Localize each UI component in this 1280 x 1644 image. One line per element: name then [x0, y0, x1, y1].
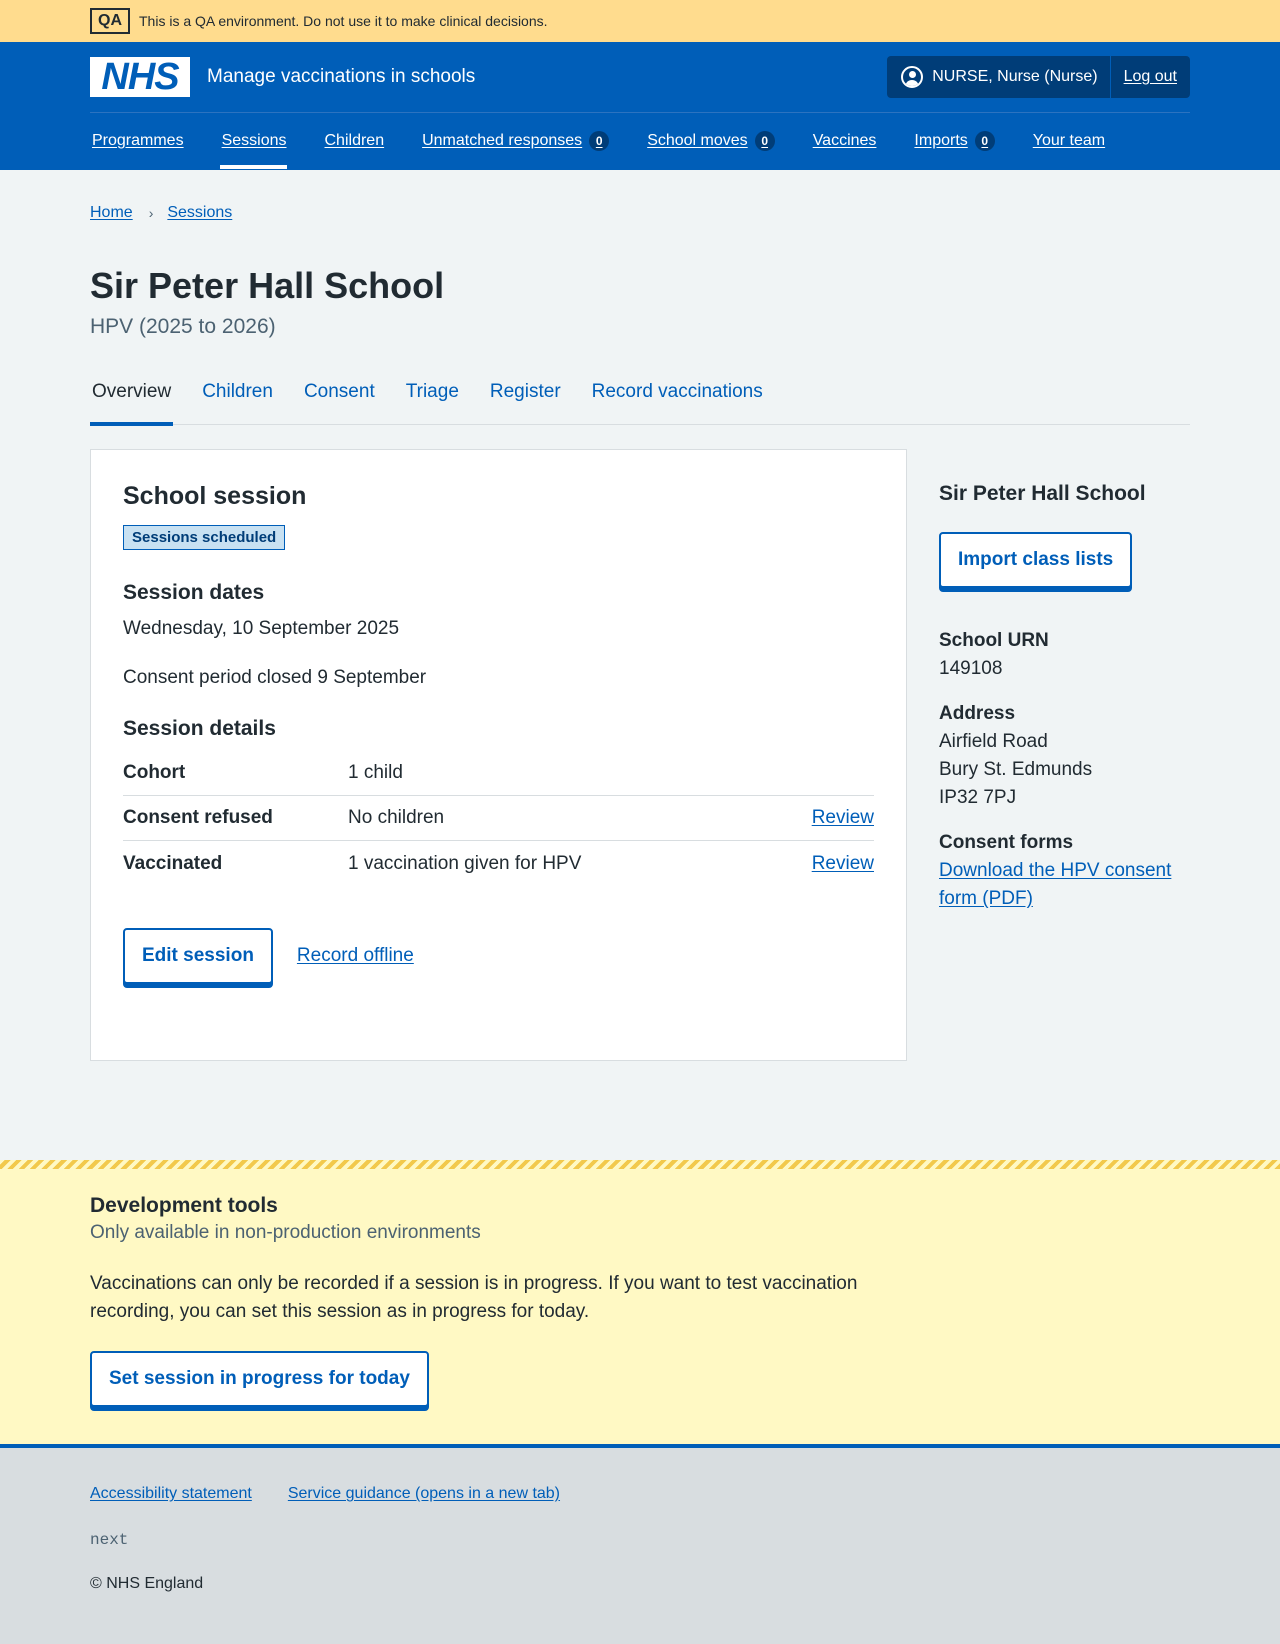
school-sidebar: Sir Peter Hall School Import class lists…	[939, 449, 1190, 1061]
review-consent-refused-link[interactable]: Review	[812, 807, 874, 829]
set-session-in-progress-button[interactable]: Set session in progress for today	[90, 1351, 429, 1407]
qa-tag: QA	[90, 8, 130, 34]
address-line: IP32 7PJ	[939, 787, 1017, 808]
session-dates-heading: Session dates	[123, 581, 265, 604]
site-header: NHS Manage vaccinations in schools NURSE…	[0, 42, 1280, 170]
development-tools: Development tools Only available in non-…	[0, 1160, 1280, 1446]
footer-links: Accessibility statement Service guidance…	[90, 1485, 1190, 1503]
school-urn-value: 149108	[939, 658, 1003, 679]
nav-item-programmes[interactable]: Programmes	[90, 113, 184, 169]
download-consent-form-link[interactable]: Download the HPV consent form (PDF)	[939, 860, 1171, 909]
address-line: Bury St. Edmunds	[939, 759, 1093, 780]
school-urn-label: School URN	[939, 630, 1049, 651]
tab-children[interactable]: Children	[200, 373, 275, 425]
session-details-heading: Session details	[123, 717, 276, 740]
account-user: NURSE, Nurse (Nurse)	[887, 56, 1111, 98]
secondary-tabs: Overview Children Consent Triage Registe…	[90, 373, 1190, 426]
logout-link[interactable]: Log out	[1111, 56, 1190, 98]
site-footer: Accessibility statement Service guidance…	[0, 1444, 1280, 1644]
summary-value: 1 vaccination given for HPV	[348, 852, 582, 874]
nav-count-badge: 0	[589, 131, 610, 151]
nav-count-badge: 0	[974, 131, 995, 151]
service-guidance-link[interactable]: Service guidance (opens in a new tab)	[288, 1485, 560, 1503]
session-summary-list: Cohort 1 child Consent refused No childr…	[123, 751, 874, 886]
nav-item-school-moves[interactable]: School moves 0	[645, 113, 775, 169]
copyright: © NHS England	[90, 1575, 204, 1592]
service-name[interactable]: Manage vaccinations in schools	[207, 66, 475, 88]
accessibility-statement-link[interactable]: Accessibility statement	[90, 1485, 252, 1503]
school-session-card: School session Sessions scheduled Sessio…	[90, 449, 907, 1061]
nav-item-children[interactable]: Children	[323, 113, 385, 169]
import-class-lists-button[interactable]: Import class lists	[939, 532, 1133, 588]
summary-value: No children	[348, 807, 445, 828]
devtools-title: Development tools	[90, 1194, 278, 1217]
devtools-body: Vaccinations can only be recorded if a s…	[90, 1273, 858, 1322]
tab-overview[interactable]: Overview	[90, 373, 174, 426]
summary-key: Vaccinated	[123, 852, 223, 874]
summary-row-consent-refused: Consent refused No children Review	[123, 796, 874, 841]
card-actions: Edit session Record offline	[123, 928, 874, 984]
chevron-right-icon: ›	[148, 205, 154, 221]
page-title: Sir Peter Hall School	[90, 265, 445, 306]
tab-triage[interactable]: Triage	[404, 373, 461, 425]
page-caption: HPV (2025 to 2026)	[90, 315, 276, 338]
nav-item-unmatched-responses[interactable]: Unmatched responses 0	[420, 113, 610, 169]
account-menu: NURSE, Nurse (Nurse) Log out	[887, 56, 1190, 98]
user-name: NURSE, Nurse (Nurse)	[932, 68, 1098, 85]
breadcrumb: Home › Sessions	[90, 170, 1190, 230]
session-date: Wednesday, 10 September 2025	[123, 618, 400, 639]
devtools-subtitle: Only available in non-production environ…	[90, 1222, 481, 1243]
status-badge: Sessions scheduled	[123, 525, 286, 550]
nav-count-badge: 0	[754, 131, 775, 151]
nav-item-imports[interactable]: Imports 0	[912, 113, 995, 169]
primary-nav: Programmes Sessions Children Unmatched r…	[90, 113, 1190, 169]
tab-record-vaccinations[interactable]: Record vaccinations	[590, 373, 765, 425]
tab-register[interactable]: Register	[488, 373, 563, 425]
qa-banner: QA This is a QA environment. Do not use …	[0, 0, 1280, 42]
breadcrumb-sessions[interactable]: Sessions	[167, 204, 232, 222]
breadcrumb-home[interactable]: Home	[90, 204, 133, 222]
brand[interactable]: NHS Manage vaccinations in schools	[90, 57, 475, 97]
summary-key: Cohort	[123, 762, 186, 783]
review-vaccinated-link[interactable]: Review	[812, 853, 874, 875]
consent-period: Consent period closed 9 September	[123, 667, 427, 688]
summary-row-cohort: Cohort 1 child	[123, 751, 874, 796]
nav-item-sessions[interactable]: Sessions	[219, 113, 287, 169]
record-offline-link[interactable]: Record offline	[297, 945, 414, 967]
nav-item-your-team[interactable]: Your team	[1031, 113, 1105, 169]
nhs-logo[interactable]: NHS	[90, 57, 190, 97]
consent-forms-label: Consent forms	[939, 832, 1074, 853]
card-title: School session	[123, 482, 307, 510]
sidebar-title: Sir Peter Hall School	[939, 482, 1146, 505]
address-value: Airfield Road Bury St. Edmunds IP32 7PJ	[939, 728, 1190, 812]
edit-session-button[interactable]: Edit session	[123, 928, 273, 984]
qa-banner-text: This is a QA environment. Do not use it …	[139, 13, 548, 29]
app-version: next	[90, 1531, 129, 1549]
summary-key: Consent refused	[123, 807, 273, 828]
tab-consent[interactable]: Consent	[302, 373, 377, 425]
summary-row-vaccinated: Vaccinated 1 vaccination given for HPV R…	[123, 841, 874, 886]
nav-item-vaccines[interactable]: Vaccines	[811, 113, 877, 169]
address-label: Address	[939, 703, 1016, 724]
hazard-stripe	[0, 1160, 1280, 1169]
summary-value: 1 child	[348, 762, 403, 783]
address-line: Airfield Road	[939, 731, 1048, 752]
user-icon	[901, 66, 924, 88]
